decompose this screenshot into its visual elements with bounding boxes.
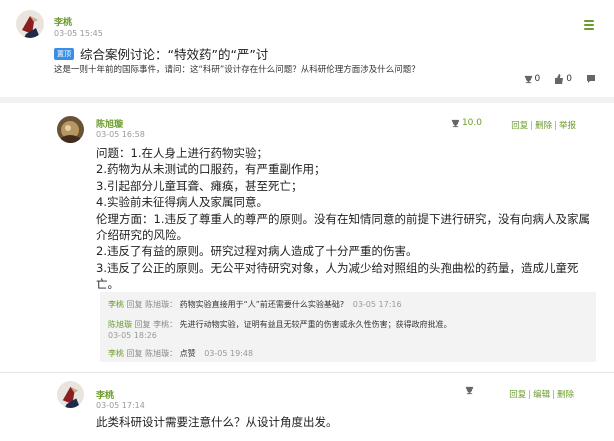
pin-badge: 置顶 <box>54 47 74 60</box>
replier-avatar[interactable] <box>57 381 84 408</box>
sub-reply-target[interactable]: 李桃： <box>153 320 177 329</box>
post-time: 03-05 15:45 <box>54 29 103 38</box>
sub-reply-time: 03-05 17:16 <box>352 300 402 309</box>
trophy-icon <box>465 386 474 395</box>
author-name[interactable]: 李桃 <box>54 15 72 28</box>
sub-reply-box: 李桃 回复 陈旭璇： 药物实验直接用于“人”前还需要什么实验基础? 03-05 … <box>100 292 596 362</box>
trophy-icon <box>451 119 460 127</box>
thumbs-up-icon <box>555 74 564 84</box>
replier-name[interactable]: 陈旭璇 <box>96 117 123 130</box>
post-actions: 0 0 <box>524 74 596 84</box>
author-avatar[interactable] <box>16 10 44 38</box>
score-count: 0 <box>534 74 541 84</box>
sub-reply-target[interactable]: 陈旭璇： <box>145 300 177 309</box>
sub-reply-text: 点赞 <box>179 349 196 358</box>
score-action[interactable]: 0 <box>524 74 541 84</box>
content-line: 3.引起部分儿童耳聋、瘫痪，甚至死亡； <box>96 178 303 193</box>
trophy-icon <box>524 75 532 83</box>
post-title: 综合案例讨论：“特效药”的“严”讨 <box>80 47 269 62</box>
post-title-row: 置顶 综合案例讨论：“特效药”的“严”讨 <box>54 44 268 63</box>
like-action[interactable]: 0 <box>554 74 572 84</box>
sub-reply-verb: 回复 <box>126 300 143 309</box>
sub-reply-author[interactable]: 李桃 <box>108 300 124 309</box>
sub-reply-time: 03-05 19:48 <box>204 349 254 358</box>
sub-reply-text: 先进行动物实验，证明有益且无较严重的伤害或永久性伤害；获得政府批准。 <box>179 320 452 329</box>
reply-link[interactable]: 回复 <box>511 121 528 131</box>
replier-name[interactable]: 李桃 <box>96 388 114 401</box>
like-count: 0 <box>566 74 572 84</box>
reply-link[interactable]: 回复 <box>509 390 526 400</box>
reply-content: 此类科研设计需要注意什么？从设计角度出发。 <box>96 415 338 429</box>
reply-ops: 回复 | 删除 | 举报 <box>511 121 576 131</box>
reply-ops: 回复 | 编辑 | 删除 <box>509 390 574 400</box>
sub-reply-time-row: 03-05 18:26 <box>108 331 157 340</box>
sub-reply-author[interactable]: 李桃 <box>108 349 124 358</box>
delete-link[interactable]: 删除 <box>535 121 552 131</box>
content-line: 3.违反了公正的原则。无公平对待研究对象，人为减少给对照组的头孢曲松的药量，造成… <box>96 260 579 275</box>
sub-reply-verb: 回复 <box>126 349 143 358</box>
post-description: 这是一则十年前的国际事件，请问：这“科研”设计存在什么问题？从科研伦理方面涉及什… <box>54 65 420 75</box>
sub-reply-author[interactable]: 陈旭璇 <box>108 320 132 329</box>
sub-reply: 李桃 回复 陈旭璇： 药物实验直接用于“人”前还需要什么实验基础? 03-05 … <box>108 299 402 310</box>
comment-icon <box>587 75 595 83</box>
reply-score[interactable]: 10.0 <box>451 118 482 128</box>
replier-avatar[interactable] <box>57 116 84 143</box>
reply-time: 03-05 16:58 <box>96 130 145 139</box>
reply-time: 03-05 17:14 <box>96 401 145 410</box>
content-line: 亡。 <box>96 277 119 292</box>
reply-content: 问题：1.在人身上进行药物实验； 2.药物为从未测试的口服药，有严重副作用； 3… <box>96 145 596 293</box>
content-line: 2.违反了有益的原则。研究过程对病人造成了十分严重的伤害。 <box>96 244 418 259</box>
menu-icon[interactable] <box>584 20 594 30</box>
content-line: 问题：1.在人身上进行药物实验； <box>96 146 268 160</box>
content-line: 伦理方面：1.违反了尊重人的尊严的原则。没有在知情同意的前提下进行研究，没有向病… <box>96 211 590 226</box>
edit-link[interactable]: 编辑 <box>533 390 550 400</box>
sub-reply-text: 药物实验直接用于“人”前还需要什么实验基础? <box>179 300 345 309</box>
score-value: 10.0 <box>461 118 482 128</box>
content-line: 4.实验前未征得病人及家属同意。 <box>96 195 268 210</box>
delete-link[interactable]: 删除 <box>557 390 574 400</box>
comment-action[interactable] <box>586 74 596 84</box>
sub-reply-time: 03-05 18:26 <box>108 331 157 340</box>
content-line: 2.药物为从未测试的口服药，有严重副作用； <box>96 162 326 177</box>
score-action[interactable] <box>465 386 474 398</box>
report-link[interactable]: 举报 <box>559 121 576 131</box>
reply-divider <box>0 372 614 373</box>
sub-reply-verb: 回复 <box>134 320 151 329</box>
topic-post: 李桃 03-05 15:45 置顶 综合案例讨论：“特效药”的“严”讨 这是一则… <box>0 0 614 96</box>
section-divider <box>0 97 614 103</box>
content-line: 介绍研究的风险。 <box>96 228 188 243</box>
sub-reply: 陈旭璇 回复 李桃： 先进行动物实验，证明有益且无较严重的伤害或永久性伤害；获得… <box>108 319 452 330</box>
sub-reply-target[interactable]: 陈旭璇： <box>145 349 177 358</box>
sub-reply: 李桃 回复 陈旭璇： 点赞 03-05 19:48 <box>108 348 253 359</box>
